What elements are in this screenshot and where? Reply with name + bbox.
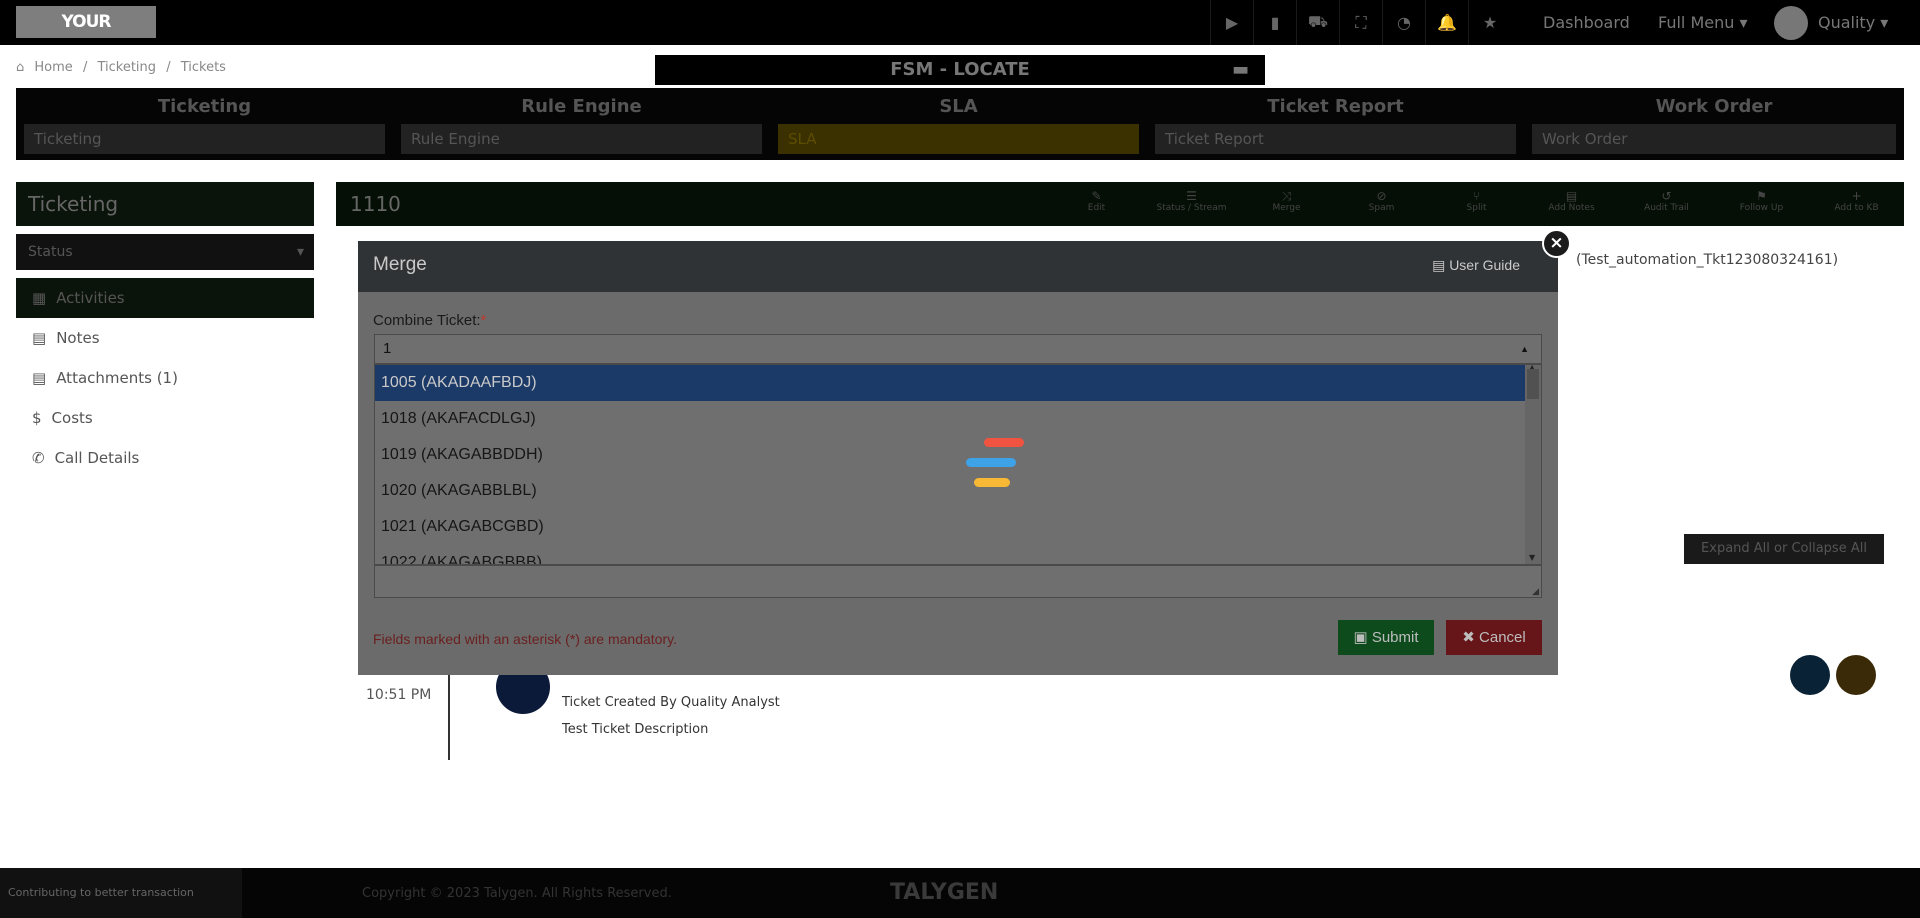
field-label-text: Combine Ticket: xyxy=(373,312,481,329)
book-icon: ▤ xyxy=(1432,257,1446,273)
dropdown-option[interactable]: 1005 (AKADAAFBDJ) xyxy=(375,365,1527,401)
combine-ticket-label: Combine Ticket:* xyxy=(373,312,486,329)
modal-close-button[interactable]: × xyxy=(1542,229,1571,258)
dropdown-option[interactable]: 1018 (AKAFACDLGJ) xyxy=(375,401,1527,437)
cancel-label: Cancel xyxy=(1479,629,1526,646)
user-guide-link[interactable]: ▤ User Guide xyxy=(1432,257,1520,274)
dropdown-scrollbar[interactable]: ▲ ▼ xyxy=(1525,365,1541,564)
combine-ticket-input[interactable]: 1 ▲ xyxy=(374,334,1542,364)
dropdown-option[interactable]: 1019 (AKAGABBDDH) xyxy=(375,437,1527,473)
resize-grip-icon[interactable]: ◢ xyxy=(1532,587,1539,597)
modal-header: Merge ▤ User Guide xyxy=(358,241,1558,292)
modal-title: Merge xyxy=(373,254,427,275)
scroll-down-icon[interactable]: ▼ xyxy=(1529,553,1535,562)
save-icon: ▣ xyxy=(1353,629,1368,646)
dropdown-option[interactable]: 1022 (AKAGABGBBB) xyxy=(375,545,1527,564)
required-mark: * xyxy=(480,312,487,329)
cancel-button[interactable]: ✖ Cancel xyxy=(1446,620,1542,655)
spinner-bar-red xyxy=(984,438,1024,447)
chevron-up-icon[interactable]: ▲ xyxy=(1520,335,1529,363)
combine-ticket-dropdown: 1005 (AKADAAFBDJ) 1018 (AKAFACDLGJ) 1019… xyxy=(374,364,1542,565)
dropdown-option[interactable]: 1020 (AKAGABBLBL) xyxy=(375,473,1527,509)
submit-label: Submit xyxy=(1371,629,1419,646)
scrollbar-thumb[interactable] xyxy=(1527,369,1539,399)
submit-button[interactable]: ▣ Submit xyxy=(1338,620,1434,655)
dropdown-option[interactable]: 1021 (AKAGABCGBD) xyxy=(375,509,1527,545)
user-guide-label: User Guide xyxy=(1449,257,1520,273)
spinner-bar-yellow xyxy=(974,478,1010,487)
spinner-bar-blue xyxy=(966,458,1016,467)
merge-textarea[interactable]: ◢ xyxy=(374,565,1542,598)
loading-spinner-icon xyxy=(966,438,1026,490)
merge-modal: Merge ▤ User Guide Combine Ticket:* 1 ▲ … xyxy=(358,241,1558,675)
combine-ticket-value: 1 xyxy=(383,340,392,357)
close-icon: ✖ xyxy=(1462,629,1475,646)
mandatory-note: Fields marked with an asterisk (*) are m… xyxy=(373,631,677,647)
